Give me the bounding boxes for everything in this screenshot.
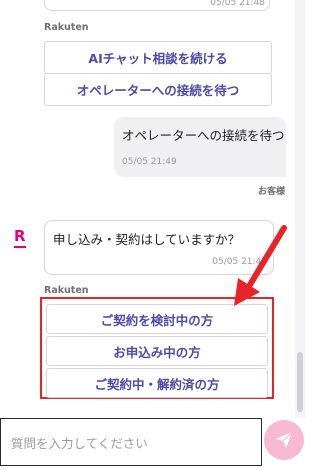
send-button[interactable] — [264, 420, 304, 460]
previous-message-bubble: 05/05 21:48 — [44, 0, 270, 11]
option-wait-operator[interactable]: オペレーターへの接続を待つ — [44, 73, 272, 106]
highlight-annotation-box: ご契約を検討中の方 お申込み中の方 ご契約中・解約済の方 — [40, 297, 274, 399]
paper-plane-icon — [276, 431, 293, 448]
message-input-placeholder: 質問を入力してください — [11, 435, 148, 451]
customer-label: お客様 — [257, 187, 285, 197]
option-contracted-or-cancelled[interactable]: ご契約中・解約済の方 — [46, 368, 268, 398]
sender-name: Rakuten — [44, 22, 89, 33]
option-applying[interactable]: お申込み中の方 — [46, 336, 268, 366]
user-message-bubble: オペレーターへの接続を待つ 05/05 21:49 — [114, 117, 286, 177]
message-timestamp: 05/05 21:48 — [210, 0, 265, 8]
option-continue-ai-chat[interactable]: AIチャット相談を続ける — [44, 41, 272, 74]
scrollbar-thumb[interactable] — [297, 352, 303, 412]
red-arrow-annotation-icon — [234, 225, 287, 306]
bot-avatar: R — [14, 227, 26, 248]
message-timestamp: 05/05 21:49 — [122, 157, 177, 167]
sender-name: Rakuten — [44, 285, 89, 296]
message-input[interactable]: 質問を入力してください — [0, 418, 262, 466]
user-message-text: オペレーターへの接続を待つ — [122, 128, 285, 143]
scrollbar[interactable] — [295, 0, 305, 418]
chat-log[interactable]: 05/05 21:48 Rakuten AIチャット相談を続ける オペレーターへ… — [0, 0, 295, 418]
